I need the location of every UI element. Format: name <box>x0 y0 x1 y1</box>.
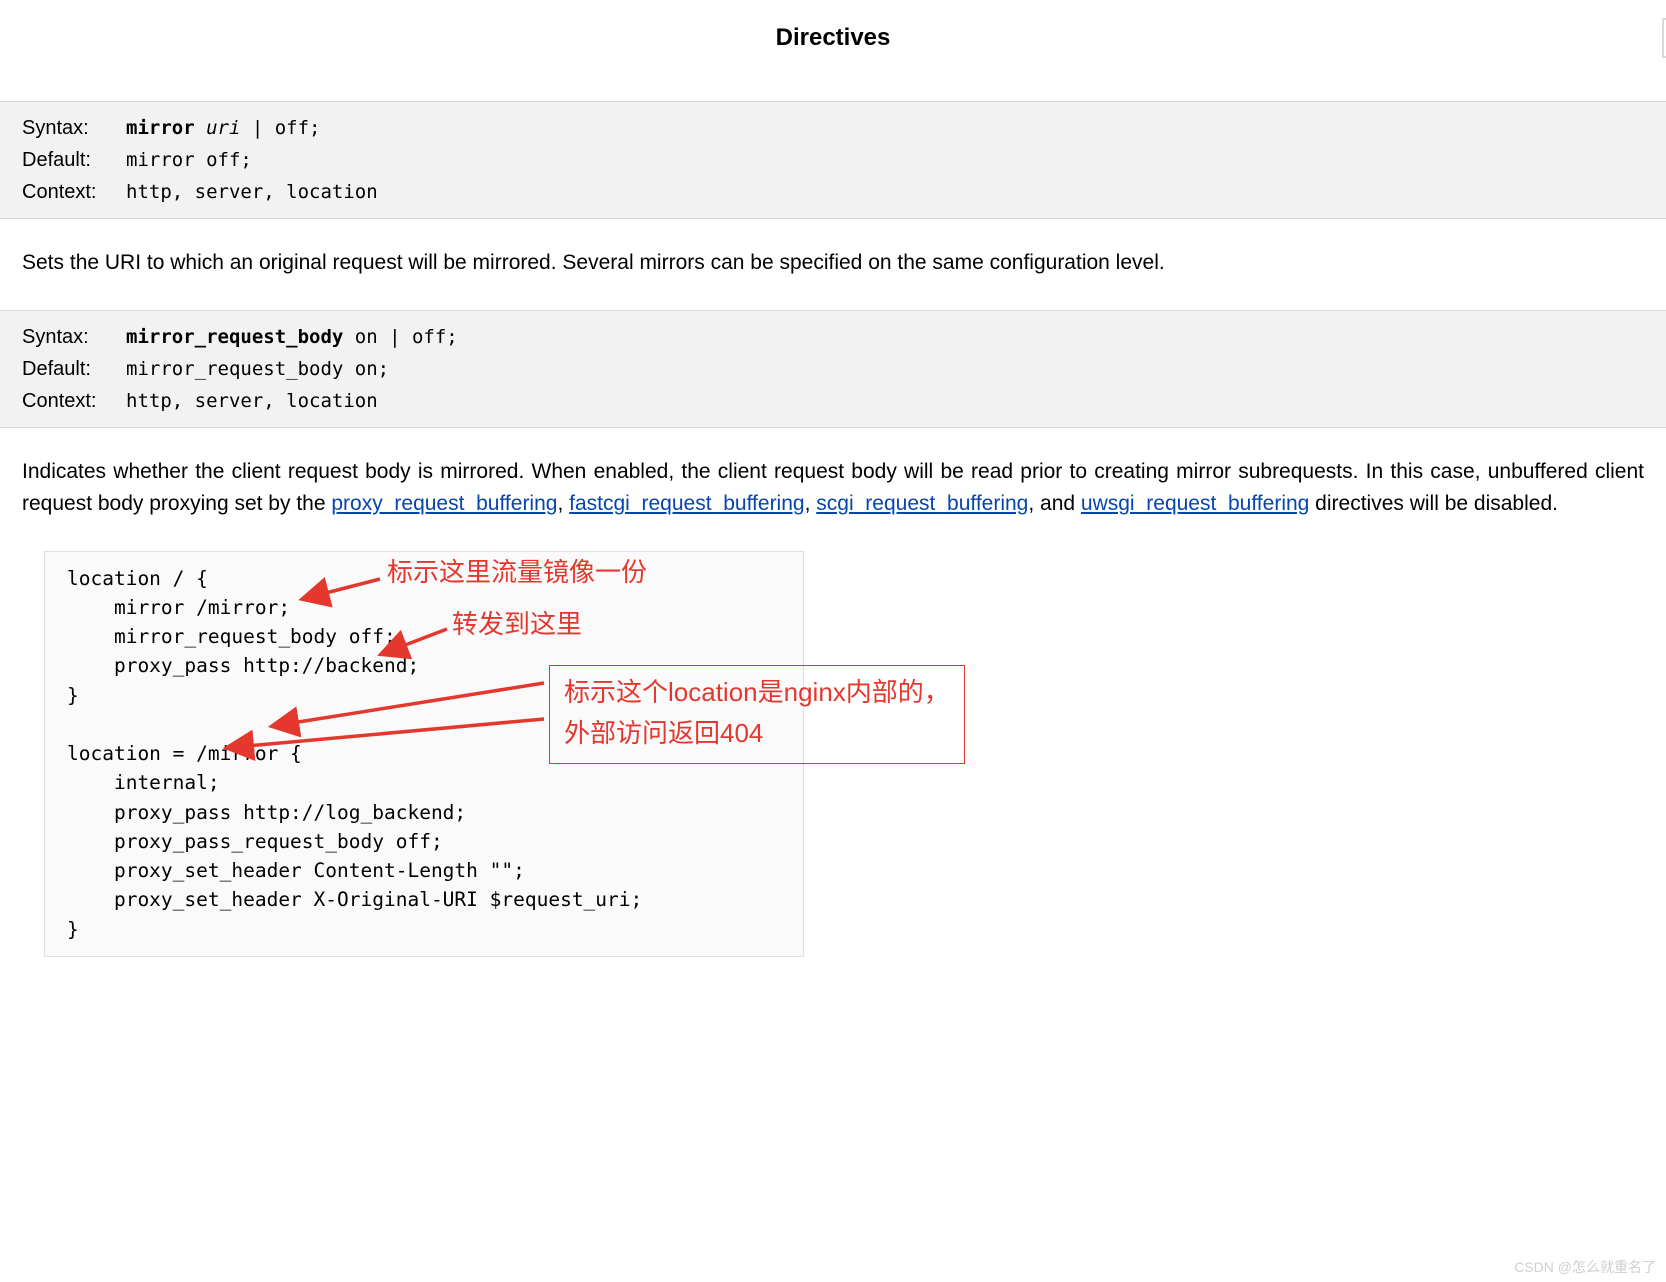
link-fastcgi-request-buffering[interactable]: fastcgi_request_buffering <box>569 492 804 515</box>
link-uwsgi-request-buffering[interactable]: uwsgi_request_buffering <box>1081 492 1309 515</box>
syntax-value: mirror_request_body on | off; <box>126 322 458 352</box>
example-area: location / { mirror /mirror; mirror_requ… <box>22 551 1644 957</box>
syntax-rest: on | off; <box>343 326 457 348</box>
annotation-internal-404: 标示这个location是nginx内部的， 外部访问返回404 <box>549 665 965 764</box>
syntax-rest: | off; <box>240 117 320 139</box>
context-label: Context: <box>22 176 126 208</box>
syntax-row: Syntax: mirror uri | off; <box>22 112 1644 144</box>
directive-box-mirror: Syntax: mirror uri | off; Default: mirro… <box>0 101 1666 219</box>
annotation-forward-here: 转发到这里 <box>452 605 582 644</box>
default-value: mirror off; <box>126 145 252 175</box>
syntax-keyword: mirror <box>126 117 195 139</box>
context-row: Context: http, server, location <box>22 176 1644 208</box>
default-value: mirror_request_body on; <box>126 354 389 384</box>
context-label: Context: <box>22 385 126 417</box>
annotation-internal-line2: 外部访问返回404 <box>564 718 763 748</box>
syntax-value: mirror uri | off; <box>126 113 321 143</box>
link-scgi-request-buffering[interactable]: scgi_request_buffering <box>816 492 1028 515</box>
syntax-row: Syntax: mirror_request_body on | off; <box>22 321 1644 353</box>
context-value: http, server, location <box>126 177 378 207</box>
page-title: Directives <box>0 20 1666 71</box>
annotation-mirror-copy: 标示这里流量镜像一份 <box>387 553 647 592</box>
default-row: Default: mirror off; <box>22 144 1644 176</box>
watermark: CSDN @怎么就重名了 <box>1514 1257 1656 1278</box>
context-row: Context: http, server, location <box>22 385 1644 417</box>
syntax-label: Syntax: <box>22 112 126 144</box>
description-mirror: Sets the URI to which an original reques… <box>0 247 1666 280</box>
desc-text-b: directives will be disabled. <box>1309 492 1558 515</box>
default-label: Default: <box>22 353 126 385</box>
description-mirror-request-body: Indicates whether the client request bod… <box>0 456 1666 521</box>
scrollbar-indicator <box>1662 18 1666 58</box>
annotation-internal-line1: 标示这个location是nginx内部的， <box>564 677 950 707</box>
syntax-keyword: mirror_request_body <box>126 326 343 348</box>
link-proxy-request-buffering[interactable]: proxy_request_buffering <box>331 492 557 515</box>
default-label: Default: <box>22 144 126 176</box>
syntax-label: Syntax: <box>22 321 126 353</box>
default-row: Default: mirror_request_body on; <box>22 353 1644 385</box>
directive-box-mirror-request-body: Syntax: mirror_request_body on | off; De… <box>0 310 1666 428</box>
syntax-arg: uri <box>206 117 240 139</box>
context-value: http, server, location <box>126 386 378 416</box>
